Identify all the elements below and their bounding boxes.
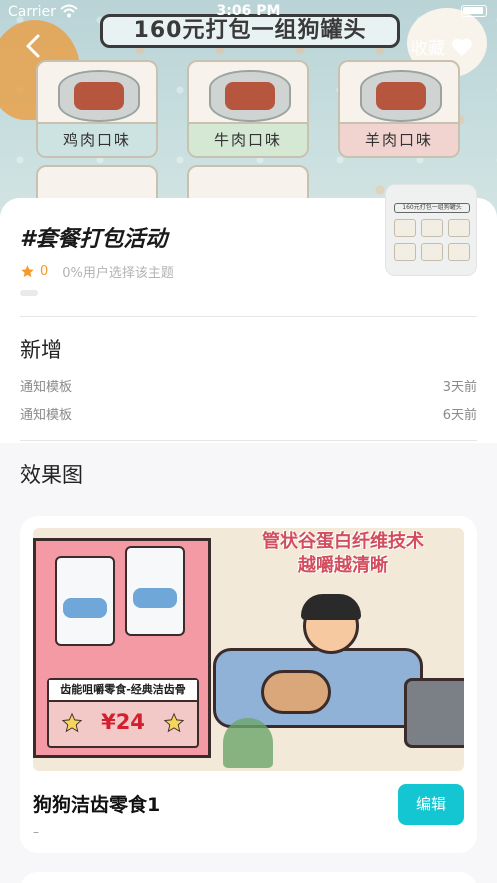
- favorite-button[interactable]: 收藏: [411, 34, 473, 59]
- can-icon: [209, 70, 291, 122]
- product-pack: [55, 556, 115, 646]
- tag-placeholder: [20, 290, 38, 296]
- can-label: 羊肉口味: [340, 122, 458, 156]
- next-effect-card[interactable]: [20, 872, 477, 883]
- can-card-chicken: 鸡肉口味: [36, 60, 158, 158]
- divider: [20, 440, 477, 441]
- effects-heading: 效果图: [20, 463, 83, 487]
- thumbnail-can: [394, 219, 416, 237]
- price-box: 齿能咀嚼零食-经典洁齿骨 ¥24: [47, 678, 199, 748]
- headline-line: 管状谷蛋白纤维技术: [262, 531, 424, 552]
- rating-count: 0: [40, 264, 49, 279]
- product-name: 狗狗洁齿零食1: [33, 794, 161, 816]
- can-card-lamb: 羊肉口味: [338, 60, 460, 158]
- can-label: 牛肉口味: [189, 122, 307, 156]
- thumbnail-can: [421, 243, 443, 261]
- update-label: 通知模板: [20, 380, 73, 395]
- thumbnail-can: [421, 219, 443, 237]
- product-pack: [125, 546, 185, 636]
- plant-illustration: [223, 718, 273, 768]
- updates-heading: 新增: [20, 338, 62, 362]
- topic-title: #套餐打包活动: [20, 227, 168, 252]
- effect-card[interactable]: 齿能咀嚼零食-经典洁齿骨 ¥24 管状谷蛋白纤维技术 越嚼越清晰 狗狗洁齿零食1…: [20, 516, 477, 853]
- selection-percentage: 0%用户选择该主题: [62, 266, 174, 281]
- heart-icon: [452, 38, 472, 56]
- thumbnail-can: [394, 243, 416, 261]
- star-icon: [163, 712, 185, 733]
- edit-button[interactable]: 编辑: [398, 784, 464, 825]
- topic-stats: 0 0%用户选择该主题: [20, 262, 174, 281]
- can-card-beef: 牛肉口味: [187, 60, 309, 158]
- topic-thumbnail[interactable]: 160元打包一组狗罐头: [385, 184, 477, 276]
- dog-illustration: [261, 670, 331, 714]
- product-subtitle: –: [33, 825, 39, 839]
- status-time: 3:06 PM: [216, 3, 281, 19]
- update-row[interactable]: 通知模板 3天前: [20, 376, 477, 395]
- hair-illustration: [301, 594, 361, 620]
- divider: [20, 316, 477, 317]
- update-time: 3天前: [442, 380, 477, 395]
- update-label: 通知模板: [20, 408, 73, 423]
- effect-headline: 管状谷蛋白纤维技术 越嚼越清晰: [233, 530, 453, 580]
- price-caption: 齿能咀嚼零食-经典洁齿骨: [49, 680, 197, 702]
- update-row[interactable]: 通知模板 6天前: [20, 404, 477, 423]
- can-label: 鸡肉口味: [38, 122, 156, 156]
- can-icon: [58, 70, 140, 122]
- star-icon: [21, 265, 34, 278]
- tv-illustration: [404, 678, 464, 748]
- thumbnail-title: 160元打包一组狗罐头: [394, 203, 470, 213]
- thumbnail-can: [448, 243, 470, 261]
- status-bar: Carrier 3:06 PM: [0, 0, 497, 24]
- favorite-label: 收藏: [411, 39, 445, 59]
- update-time: 6天前: [442, 408, 477, 423]
- can-icon: [360, 70, 442, 122]
- thumbnail-can: [448, 219, 470, 237]
- product-effect-image[interactable]: 齿能咀嚼零食-经典洁齿骨 ¥24 管状谷蛋白纤维技术 越嚼越清晰: [33, 528, 464, 771]
- headline-line: 越嚼越清晰: [298, 555, 388, 576]
- back-icon[interactable]: [22, 32, 46, 60]
- battery-icon: [461, 5, 487, 17]
